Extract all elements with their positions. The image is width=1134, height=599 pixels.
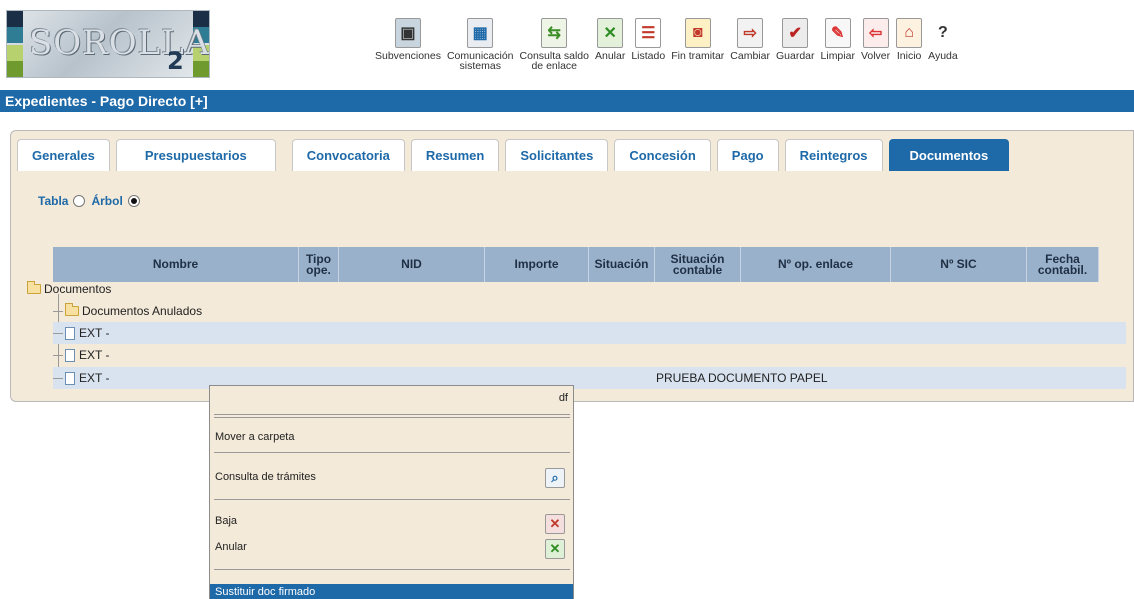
back-icon: ⇦	[862, 18, 889, 48]
row-label: EXT -	[79, 371, 110, 385]
row-label: EXT -	[79, 326, 110, 340]
x-icon: ✕	[597, 18, 624, 48]
col-nid[interactable]: NID	[339, 247, 485, 282]
tabla-label: Tabla	[38, 194, 69, 208]
ayuda-button[interactable]: ? Ayuda	[928, 18, 958, 61]
arrows-icon: ⇆	[541, 18, 568, 48]
col-situacion-contable[interactable]: Situación contable	[655, 247, 741, 282]
tab-solicitantes[interactable]: Solicitantes	[505, 139, 609, 171]
folder-icon	[65, 303, 79, 316]
tab-pago[interactable]: Pago	[716, 139, 779, 171]
limpiar-button[interactable]: ✎ Limpiar	[821, 18, 855, 61]
folder-icon	[27, 281, 41, 294]
save-icon: ✔	[782, 18, 809, 48]
search-doc-icon[interactable]: ⌕	[545, 468, 565, 488]
menu-item-baja[interactable]: Baja	[215, 515, 237, 527]
col-tipo-ope[interactable]: Tipo ope.	[299, 247, 339, 282]
home-icon: ⌂	[896, 18, 923, 48]
menu-item-sustituir-doc-firmado[interactable]: Sustituir doc firmado	[210, 584, 573, 599]
tab-reintegros[interactable]: Reintegros	[784, 139, 883, 171]
document-icon	[65, 348, 75, 362]
guardar-button[interactable]: ✔ Guardar	[776, 18, 815, 61]
logo-sub: 2	[167, 47, 184, 75]
x-icon[interactable]: ✕	[545, 539, 565, 559]
lock-icon: ◙	[684, 18, 711, 48]
tab-documentos[interactable]: Documentos	[888, 139, 1010, 171]
help-icon: ?	[929, 18, 956, 48]
computers-icon: ▦	[467, 18, 494, 48]
context-menu: df Mover a carpeta Consulta de trámites …	[209, 385, 574, 599]
menu-item-consulta-tramites[interactable]: Consulta de trámites	[215, 471, 316, 483]
arbol-radio[interactable]	[127, 195, 140, 207]
cambiar-button[interactable]: ⇨ Cambiar	[730, 18, 770, 61]
tab-presupuestarios[interactable]: Presupuestarios	[115, 139, 276, 171]
tab-convocatoria[interactable]: Convocatoria	[291, 139, 405, 171]
fin-tramitar-button[interactable]: ◙ Fin tramitar	[671, 18, 724, 61]
comunicacion-sistemas-button[interactable]: ▦ Comunicación sistemas	[447, 18, 514, 71]
col-fecha-contabil[interactable]: Fecha contabil.	[1027, 247, 1099, 282]
toolbar: ▣ Subvenciones ▦ Comunicación sistemas ⇆…	[372, 18, 961, 71]
tabla-radio[interactable]	[73, 195, 86, 207]
table-row[interactable]: Documentos	[27, 280, 427, 298]
change-icon: ⇨	[737, 18, 764, 48]
menu-separator	[214, 452, 570, 453]
menu-separator	[214, 414, 570, 415]
col-sic[interactable]: Nº SIC	[891, 247, 1027, 282]
header: SOROLLA 2 ▣ Subvenciones ▦ Comunicación …	[0, 0, 1134, 90]
x-icon[interactable]: ✕	[545, 514, 565, 534]
consulta-saldo-button[interactable]: ⇆ Consulta saldo de enlace	[520, 18, 589, 71]
sorolla-logo: SOROLLA 2	[6, 10, 210, 78]
table-row[interactable]: EXT -	[53, 344, 1126, 366]
col-op-enlace[interactable]: Nº op. enlace	[741, 247, 891, 282]
document-icon	[65, 326, 75, 340]
col-situacion[interactable]: Situación	[589, 247, 655, 282]
table-row[interactable]: EXT -	[53, 322, 1126, 344]
view-selector: Tabla Árbol	[38, 194, 146, 208]
menu-item-mover-a-carpeta[interactable]: Mover a carpeta	[215, 431, 294, 443]
anular-button[interactable]: ✕ Anular	[595, 18, 625, 61]
list-icon: ☰	[635, 18, 662, 48]
arbol-label: Árbol	[91, 194, 123, 208]
eraser-icon: ✎	[824, 18, 851, 48]
row-label: Documentos Anulados	[82, 304, 203, 318]
listado-button[interactable]: ☰ Listado	[631, 18, 665, 61]
menu-separator	[214, 499, 570, 500]
row-label: EXT -	[79, 348, 110, 362]
briefcase-icon: ▣	[394, 18, 421, 48]
subvenciones-button[interactable]: ▣ Subvenciones	[375, 18, 441, 61]
inicio-button[interactable]: ⌂ Inicio	[896, 18, 923, 61]
col-nombre[interactable]: Nombre	[53, 247, 299, 282]
col-importe[interactable]: Importe	[485, 247, 589, 282]
menu-header-text: df	[558, 392, 568, 404]
row-description: PRUEBA DOCUMENTO PAPEL	[656, 371, 828, 385]
volver-button[interactable]: ⇦ Volver	[861, 18, 890, 61]
tab-bar: Generales Presupuestarios Convocatoria R…	[17, 139, 1015, 171]
document-icon	[65, 371, 75, 385]
menu-separator	[214, 417, 570, 418]
page-title: Expedientes - Pago Directo [+]	[0, 90, 1134, 112]
menu-separator	[214, 569, 570, 570]
tab-generales[interactable]: Generales	[17, 139, 110, 171]
menu-item-anular[interactable]: Anular	[215, 541, 247, 553]
table-row[interactable]: Documentos Anulados	[53, 300, 1126, 322]
tab-concesion[interactable]: Concesión	[614, 139, 711, 171]
row-label: Documentos	[44, 282, 112, 296]
tab-resumen[interactable]: Resumen	[410, 139, 500, 171]
table-header: Nombre Tipo ope. NID Importe Situación S…	[53, 247, 1099, 282]
